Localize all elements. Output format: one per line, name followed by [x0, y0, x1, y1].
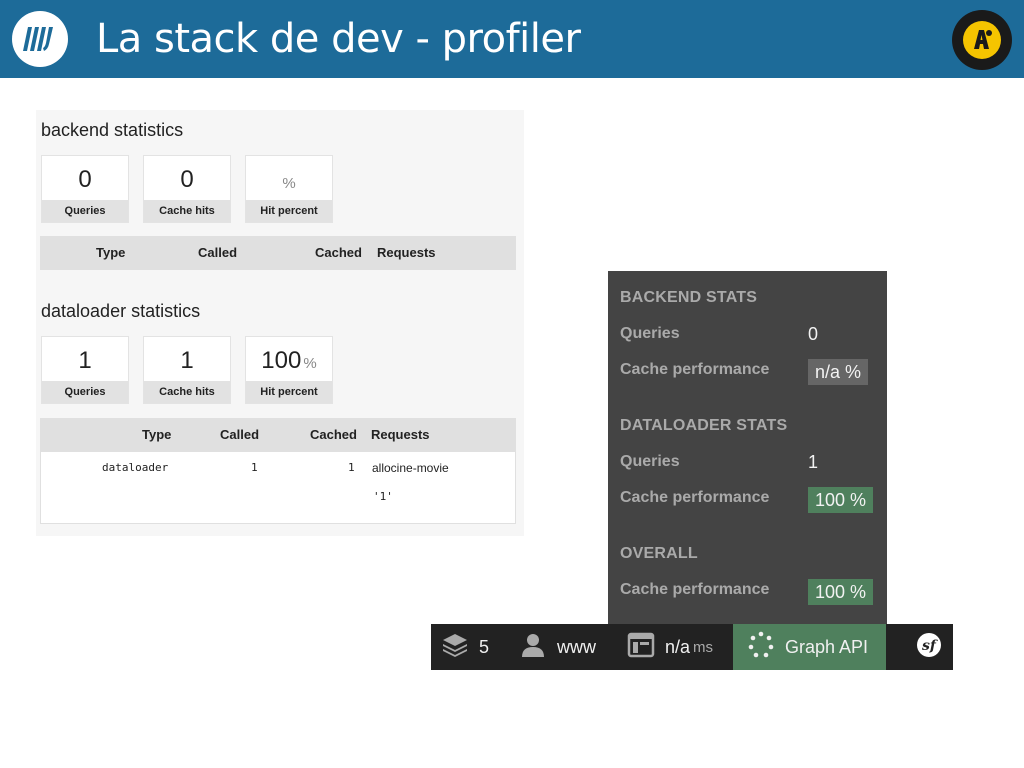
slide-header: La stack de dev - profiler [0, 0, 1024, 78]
metric-label: Hit percent [246, 200, 332, 222]
time-unit: ms [693, 638, 714, 656]
timer-icon [627, 631, 655, 664]
graph-dots-icon [747, 631, 775, 664]
debug-toolbar: 5 www n/a ms Graph API sf [431, 624, 953, 670]
backend-requests-table: Type Called Cached Requests [40, 236, 516, 270]
eleven-labs-logo-icon [12, 11, 68, 67]
backend-queries-metric: 0 Queries [41, 155, 129, 223]
metric-value: 0 [78, 166, 92, 193]
backend-queries-value: 0 [808, 324, 819, 344]
dataloader-queries-metric: 1 Queries [41, 336, 129, 404]
graph-api-label: Graph API [785, 636, 869, 657]
layers-icon [441, 632, 469, 663]
user-icon [521, 632, 545, 663]
slide-title: La stack de dev - profiler [96, 16, 581, 62]
metric-label: Queries [42, 200, 128, 222]
toolbar-item-layers[interactable]: 5 [441, 624, 489, 670]
time-value: n/a [665, 636, 691, 657]
backend-statistics-title: backend statistics [41, 120, 184, 140]
column-requests: Requests [371, 427, 430, 442]
dataloader-cache-label: Cache performance [620, 489, 770, 506]
dataloader-stats-heading: DATALOADER STATS [620, 417, 788, 434]
column-cached: Cached [310, 427, 357, 442]
metric-value: 0 [180, 166, 194, 193]
backend-stats-heading: BACKEND STATS [620, 289, 758, 306]
column-cached: Cached [315, 245, 362, 260]
metric-value: 1 [78, 347, 92, 374]
cell-cached: 1 [348, 461, 355, 474]
status-badge: n/a % [808, 359, 869, 385]
table-header: Type Called Cached Requests [40, 236, 516, 270]
dataloader-requests-table: Type Called Cached Requests dataloader 1… [40, 418, 516, 524]
toolbar-item-graph-api[interactable]: Graph API [733, 624, 886, 670]
layers-count: 5 [479, 636, 490, 657]
metric-unit: % [282, 175, 296, 192]
metric-label: Cache hits [144, 381, 230, 403]
column-type: Type [96, 245, 126, 260]
user-name: www [557, 636, 596, 657]
metric-unit: % [303, 355, 317, 372]
table-row: dataloader 1 1 allocine-movie '1' [40, 452, 516, 524]
backend-cache-hits-metric: 0 Cache hits [143, 155, 231, 223]
profiler-panel: backend statistics 0 Queries 0 Cache hit… [36, 110, 524, 536]
cell-called: 1 [251, 461, 258, 474]
graph-api-stats-panel: BACKEND STATS Queries 0 Cache performanc… [608, 271, 887, 624]
column-called: Called [198, 245, 238, 260]
toolbar-item-user[interactable]: www [521, 624, 596, 670]
dataloader-cache-hits-metric: 1 Cache hits [143, 336, 231, 404]
overall-cache-label: Cache performance [620, 581, 770, 598]
metric-value: 1 [180, 347, 194, 374]
cell-type: dataloader [102, 461, 169, 474]
status-badge: 100 % [808, 487, 874, 513]
column-requests: Requests [377, 245, 436, 260]
metric-label: Hit percent [246, 381, 332, 403]
dataloader-hit-percent-metric: 100% Hit percent [245, 336, 333, 404]
column-type: Type [142, 427, 172, 442]
dataloader-statistics-title: dataloader statistics [41, 301, 201, 321]
cell-request-arg: '1' [373, 490, 393, 503]
metric-label: Cache hits [144, 200, 230, 222]
backend-hit-percent-metric: % Hit percent [245, 155, 333, 223]
backend-cache-label: Cache performance [620, 361, 770, 378]
metric-label: Queries [42, 381, 128, 403]
cell-request: allocine-movie [372, 461, 449, 475]
column-called: Called [220, 427, 260, 442]
status-badge: 100 % [808, 579, 874, 605]
backend-queries-label: Queries [620, 325, 680, 342]
allocine-logo-icon [952, 10, 1012, 70]
dataloader-queries-label: Queries [620, 453, 680, 470]
dataloader-queries-value: 1 [808, 452, 819, 472]
table-header: Type Called Cached Requests [40, 418, 516, 452]
toolbar-item-time[interactable]: n/a ms [627, 624, 713, 670]
metric-value: 100 [261, 347, 302, 374]
toolbar-item-symfony[interactable]: sf [916, 624, 942, 670]
overall-heading: OVERALL [620, 545, 698, 562]
symfony-logo-icon: sf [916, 632, 942, 663]
